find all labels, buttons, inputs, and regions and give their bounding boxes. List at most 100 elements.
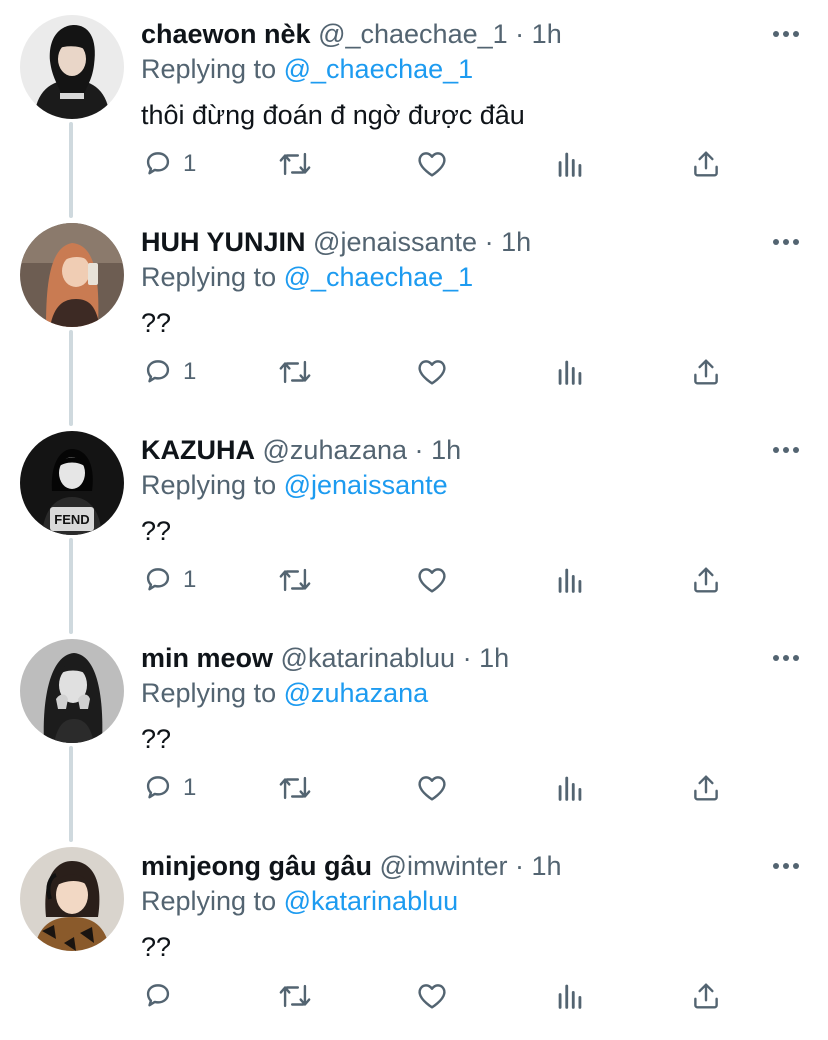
heart-icon (415, 147, 449, 181)
user-handle[interactable]: @imwinter (380, 851, 508, 881)
share-icon (689, 147, 723, 181)
timestamp[interactable]: 1h (479, 643, 509, 673)
replying-to-mention[interactable]: @zuhazana (284, 678, 429, 708)
separator-dot: · (414, 435, 424, 465)
retweet-icon (276, 979, 314, 1013)
views-button[interactable] (553, 350, 587, 394)
views-icon (553, 979, 587, 1013)
reply-count: 1 (183, 774, 197, 801)
tweet[interactable]: min meow @katarinabluu · 1h Replying to … (0, 624, 828, 832)
replying-to-mention[interactable]: @katarinabluu (284, 886, 459, 916)
heart-icon (415, 979, 449, 1013)
reply-count: 1 (183, 150, 197, 177)
share-button[interactable] (689, 974, 723, 1018)
user-handle[interactable]: @zuhazana (263, 435, 408, 465)
like-button[interactable] (415, 558, 449, 602)
replying-to: Replying to @katarinabluu (141, 882, 458, 920)
reply-count: 1 (183, 566, 197, 593)
replying-to: Replying to @zuhazana (141, 674, 428, 712)
tweet-text: ?? (141, 516, 172, 546)
retweet-icon (276, 563, 314, 597)
like-button[interactable] (415, 974, 449, 1018)
replying-to-mention[interactable]: @_chaechae_1 (284, 54, 474, 84)
share-icon (689, 771, 723, 805)
reply-button[interactable]: 1 (141, 350, 196, 394)
timestamp[interactable]: 1h (501, 227, 531, 257)
timestamp[interactable]: 1h (431, 435, 461, 465)
tweet-text: ?? (141, 932, 172, 962)
tweet-actions: 1 (141, 766, 741, 810)
replying-to-label: Replying to (141, 886, 277, 916)
like-button[interactable] (415, 142, 449, 186)
reply-icon (141, 979, 175, 1013)
share-button[interactable] (689, 350, 723, 394)
reply-button[interactable]: 1 (141, 766, 196, 810)
retweet-icon (276, 355, 314, 389)
like-button[interactable] (415, 350, 449, 394)
heart-icon (415, 771, 449, 805)
replying-to: Replying to @_chaechae_1 (141, 50, 473, 88)
tweet[interactable]: minjeong gâu gâu @imwinter · 1h Replying… (0, 832, 828, 1040)
avatar[interactable] (20, 639, 124, 743)
retweet-button[interactable] (276, 766, 314, 810)
more-icon[interactable] (770, 856, 802, 876)
display-name[interactable]: chaewon nèk (141, 19, 311, 49)
tweet[interactable]: chaewon nèk @_chaechae_1 · 1h Replying t… (0, 0, 828, 208)
replying-to-label: Replying to (141, 470, 277, 500)
share-button[interactable] (689, 142, 723, 186)
reply-button[interactable]: 1 (141, 558, 196, 602)
replying-to: Replying to @_chaechae_1 (141, 258, 473, 296)
display-name[interactable]: minjeong gâu gâu (141, 851, 372, 881)
share-button[interactable] (689, 558, 723, 602)
replying-to-mention[interactable]: @_chaechae_1 (284, 262, 474, 292)
retweet-button[interactable] (276, 558, 314, 602)
display-name[interactable]: HUH YUNJIN (141, 227, 306, 257)
share-icon (689, 563, 723, 597)
display-name[interactable]: min meow (141, 643, 273, 673)
more-icon[interactable] (770, 24, 802, 44)
user-handle[interactable]: @_chaechae_1 (318, 19, 508, 49)
views-button[interactable] (553, 974, 587, 1018)
more-icon[interactable] (770, 232, 802, 252)
replying-to-mention[interactable]: @jenaissante (284, 470, 448, 500)
retweet-button[interactable] (276, 142, 314, 186)
timestamp[interactable]: 1h (532, 19, 562, 49)
avatar[interactable]: FEND (20, 431, 124, 535)
tweet-actions (141, 974, 741, 1018)
views-icon (553, 771, 587, 805)
views-icon (553, 563, 587, 597)
share-button[interactable] (689, 766, 723, 810)
views-button[interactable] (553, 142, 587, 186)
views-button[interactable] (553, 558, 587, 602)
user-handle[interactable]: @jenaissante (313, 227, 477, 257)
heart-icon (415, 355, 449, 389)
tweet[interactable]: HUH YUNJIN @jenaissante · 1h Replying to… (0, 208, 828, 416)
share-icon (689, 979, 723, 1013)
avatar[interactable] (20, 15, 124, 119)
tweet-header: chaewon nèk @_chaechae_1 · 1h (141, 14, 562, 54)
reply-button[interactable] (141, 974, 183, 1018)
views-button[interactable] (553, 766, 587, 810)
tweet-text: ?? (141, 308, 172, 338)
more-icon[interactable] (770, 440, 802, 460)
separator-dot: · (484, 227, 494, 257)
display-name[interactable]: KAZUHA (141, 435, 255, 465)
tweet-header: HUH YUNJIN @jenaissante · 1h (141, 222, 531, 262)
like-button[interactable] (415, 766, 449, 810)
separator-dot: · (514, 851, 524, 881)
timestamp[interactable]: 1h (531, 851, 561, 881)
more-icon[interactable] (770, 648, 802, 668)
retweet-icon (276, 147, 314, 181)
retweet-button[interactable] (276, 974, 314, 1018)
reply-icon (141, 355, 175, 389)
retweet-button[interactable] (276, 350, 314, 394)
separator-dot: · (462, 643, 472, 673)
avatar[interactable] (20, 847, 124, 951)
replying-to: Replying to @jenaissante (141, 466, 448, 504)
svg-text:FEND: FEND (54, 512, 89, 527)
avatar[interactable] (20, 223, 124, 327)
reply-button[interactable]: 1 (141, 142, 196, 186)
tweet[interactable]: FEND KAZUHA @zuhazana · 1h Replying to @… (0, 416, 828, 624)
tweet-header: min meow @katarinabluu · 1h (141, 638, 509, 678)
user-handle[interactable]: @katarinabluu (281, 643, 456, 673)
